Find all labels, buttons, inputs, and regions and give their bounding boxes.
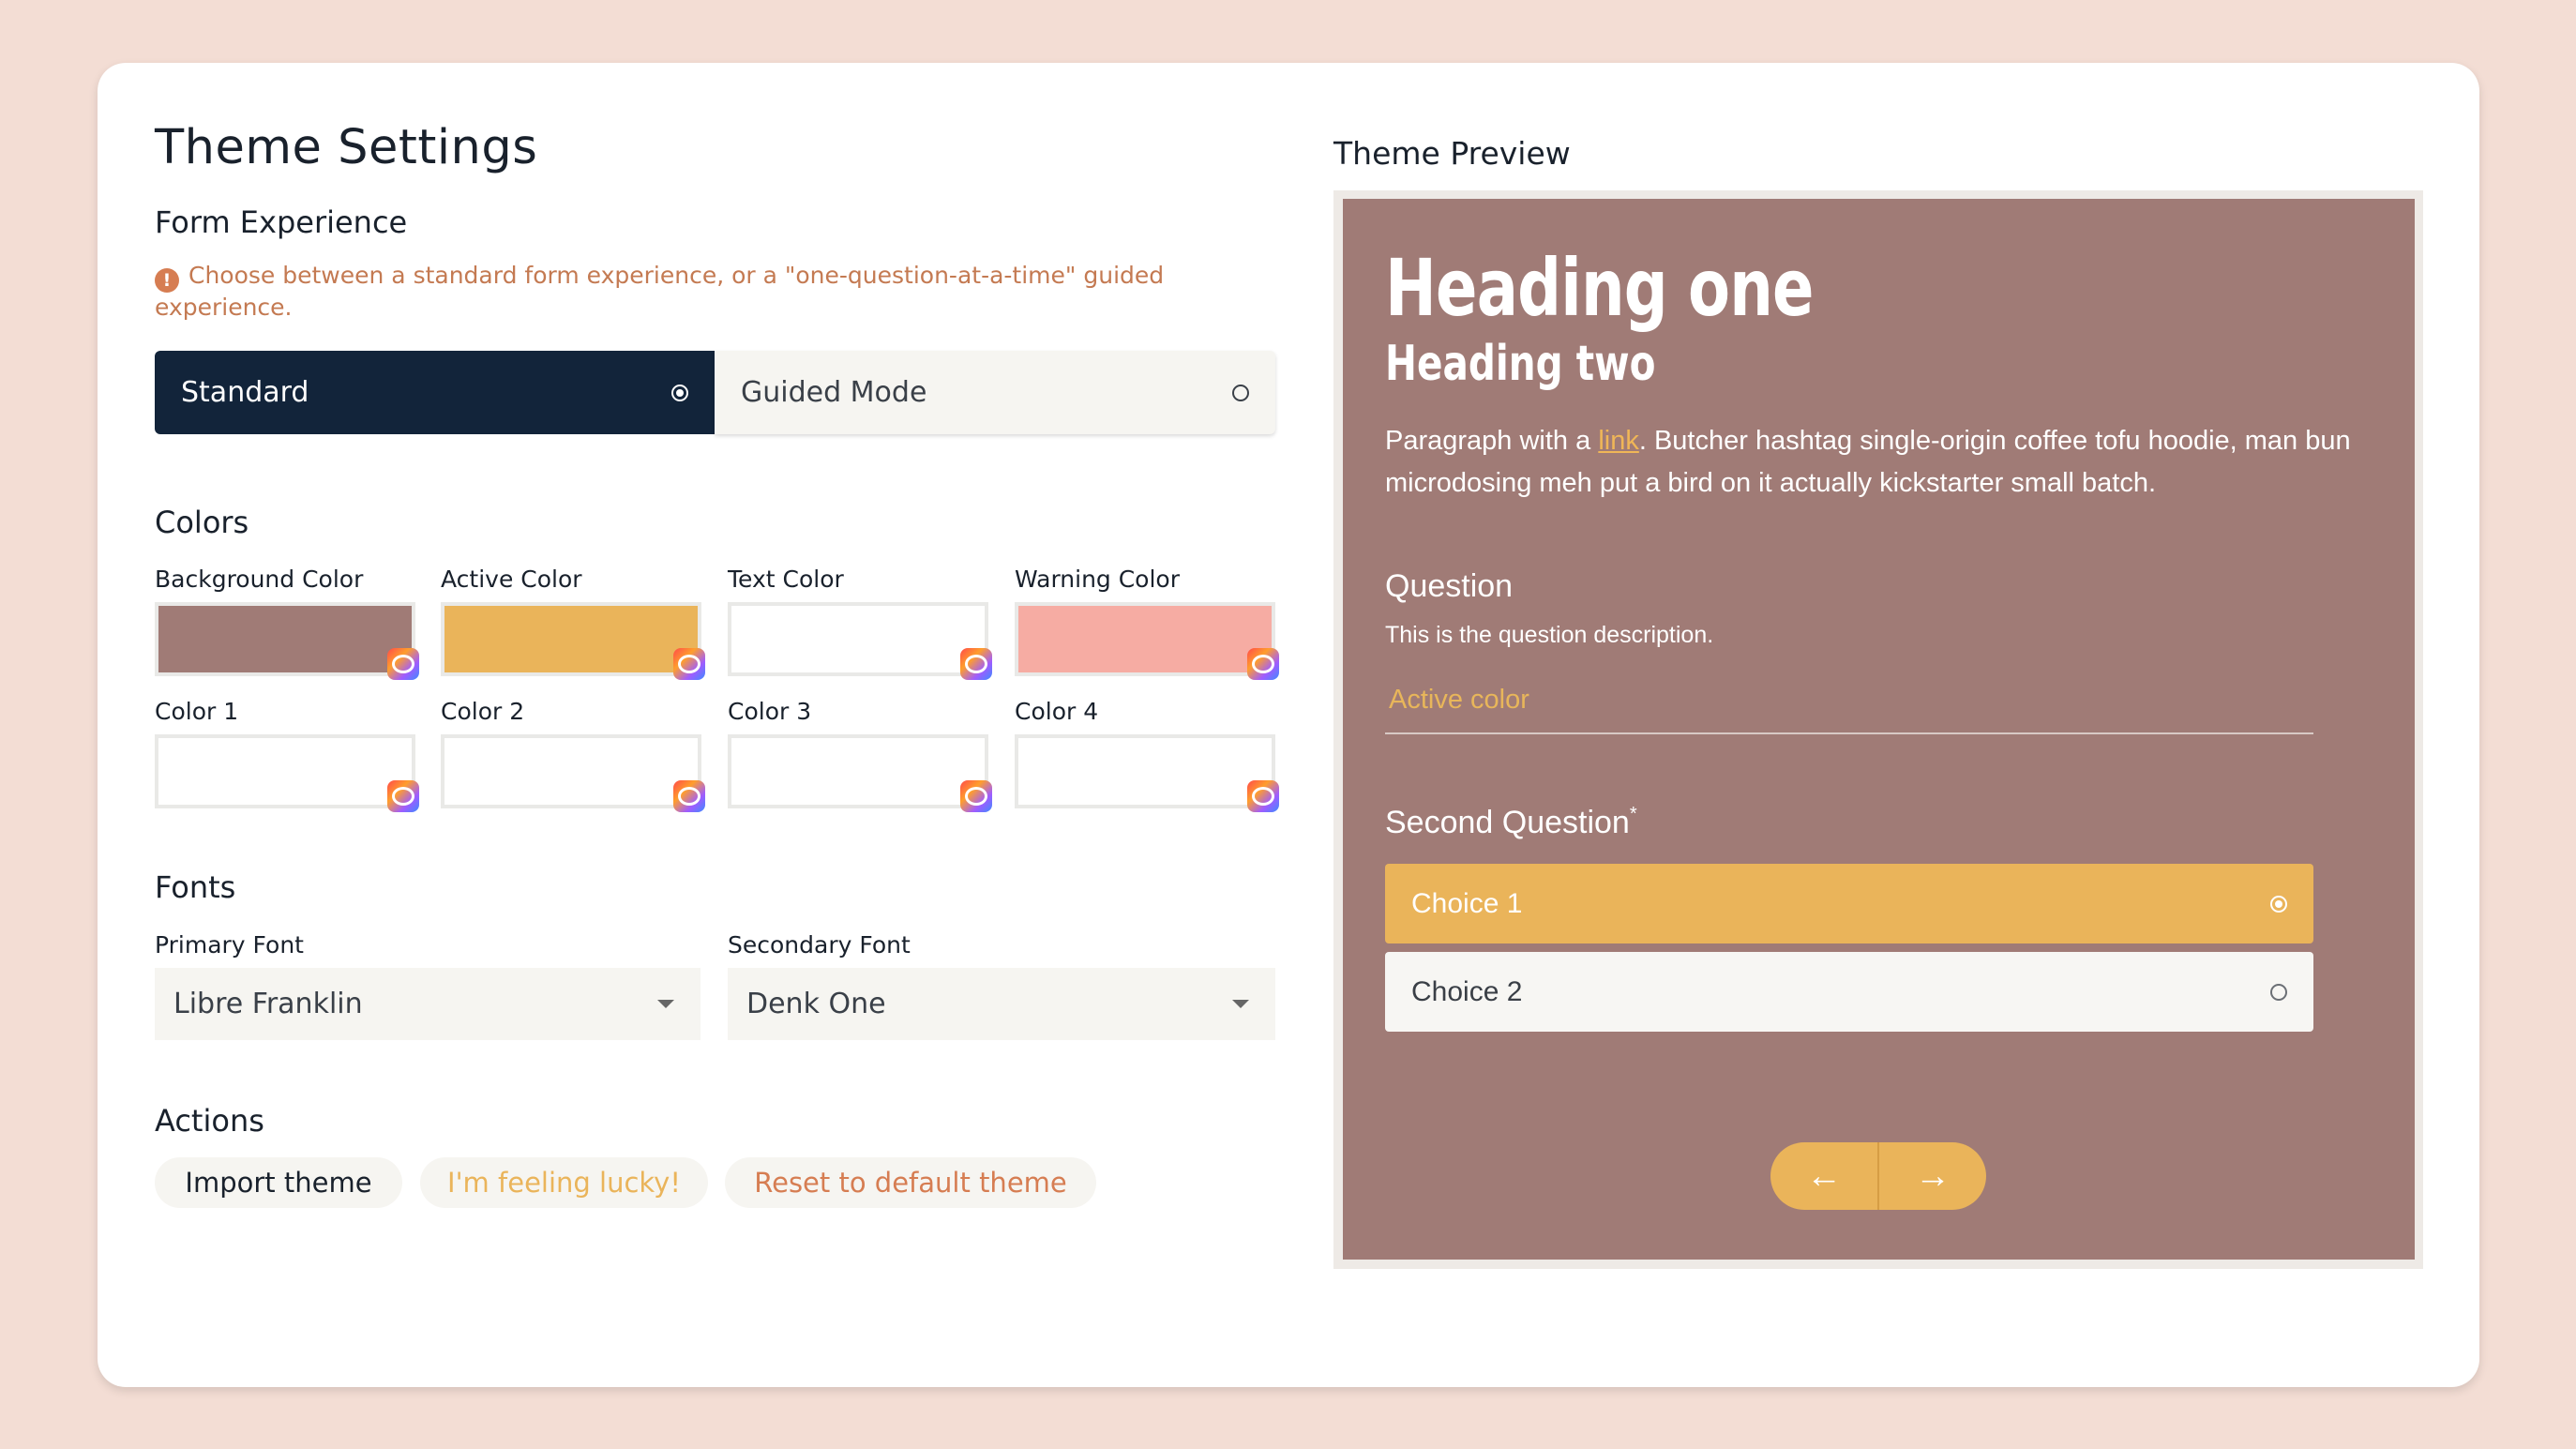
preview-answer-input[interactable]: Active color bbox=[1385, 676, 2313, 734]
color-label: Color 1 bbox=[155, 698, 239, 725]
color-picker-icon[interactable] bbox=[673, 780, 705, 812]
page-title: Theme Settings bbox=[155, 120, 538, 175]
radio-selected-icon bbox=[671, 384, 688, 401]
preview-choice-1[interactable]: Choice 1 bbox=[1385, 864, 2313, 943]
radio-selected-icon bbox=[2270, 895, 2287, 913]
color-picker-icon[interactable] bbox=[387, 648, 419, 680]
preview-paragraph: Paragraph with a link. Butcher hashtag s… bbox=[1385, 420, 2360, 505]
arrow-right-icon[interactable]: → bbox=[1879, 1142, 1986, 1210]
color-label: Color 4 bbox=[1015, 698, 1099, 725]
preview-heading-one: Heading one bbox=[1385, 242, 1814, 334]
preview-question-description: This is the question description. bbox=[1385, 622, 1714, 648]
theme-preview-title: Theme Preview bbox=[1333, 135, 1571, 172]
para-prefix: Paragraph with a bbox=[1385, 426, 1599, 456]
standard-mode-option[interactable]: Standard bbox=[155, 351, 715, 434]
warning-color-swatch[interactable] bbox=[1015, 602, 1279, 680]
choice-label: Choice 2 bbox=[1411, 975, 1523, 1007]
primary-font-value: Libre Franklin bbox=[173, 988, 363, 1020]
color-picker-icon[interactable] bbox=[960, 648, 992, 680]
choice-label: Choice 1 bbox=[1411, 887, 1523, 919]
swatch-fill bbox=[158, 606, 412, 672]
import-theme-button[interactable]: Import theme bbox=[155, 1157, 402, 1208]
preview-question-title: Question bbox=[1385, 568, 1514, 604]
color-picker-icon[interactable] bbox=[387, 780, 419, 812]
active-color-swatch[interactable] bbox=[441, 602, 705, 680]
form-experience-hint: ! Choose between a standard form experien… bbox=[155, 261, 1261, 323]
preview-heading-two: Heading two bbox=[1385, 336, 1656, 392]
swatch-fill bbox=[158, 738, 412, 805]
swatch-fill bbox=[1018, 606, 1272, 672]
swatch-fill bbox=[444, 738, 698, 805]
color-label: Active Color bbox=[441, 566, 582, 593]
secondary-font-value: Denk One bbox=[746, 988, 886, 1020]
radio-unselected-icon bbox=[1232, 384, 1249, 401]
required-mark: * bbox=[1629, 804, 1637, 824]
color-label: Background Color bbox=[155, 566, 364, 593]
preview-second-question-title: Second Question* bbox=[1385, 804, 1637, 841]
second-question-text: Second Question bbox=[1385, 805, 1630, 840]
fonts-heading: Fonts bbox=[155, 869, 236, 905]
preview-nav-buttons: ← → bbox=[1770, 1142, 1986, 1210]
preview-link[interactable]: link bbox=[1598, 426, 1639, 456]
colors-heading: Colors bbox=[155, 505, 249, 540]
guided-mode-label: Guided Mode bbox=[741, 376, 927, 409]
color-picker-icon[interactable] bbox=[1247, 648, 1279, 680]
color-label: Warning Color bbox=[1015, 566, 1181, 593]
radio-unselected-icon bbox=[2270, 983, 2287, 1001]
standard-mode-label: Standard bbox=[181, 376, 309, 409]
primary-font-select[interactable]: Libre Franklin bbox=[155, 968, 700, 1040]
color-3-swatch[interactable] bbox=[728, 734, 992, 812]
text-color-swatch[interactable] bbox=[728, 602, 992, 680]
color-label: Text Color bbox=[728, 566, 844, 593]
color-picker-icon[interactable] bbox=[1247, 780, 1279, 812]
theme-preview-panel: Heading one Heading two Paragraph with a… bbox=[1343, 199, 2415, 1260]
swatch-fill bbox=[731, 606, 985, 672]
info-icon: ! bbox=[155, 268, 179, 293]
guided-mode-option[interactable]: Guided Mode bbox=[715, 351, 1275, 434]
color-picker-icon[interactable] bbox=[673, 648, 705, 680]
secondary-font-select[interactable]: Denk One bbox=[728, 968, 1275, 1040]
hint-text: Choose between a standard form experienc… bbox=[155, 262, 1165, 321]
chevron-down-icon bbox=[1232, 1000, 1249, 1008]
color-label: Color 2 bbox=[441, 698, 525, 725]
swatch-fill bbox=[1018, 738, 1272, 805]
chevron-down-icon bbox=[657, 1000, 674, 1008]
preview-choice-2[interactable]: Choice 2 bbox=[1385, 952, 2313, 1032]
color-4-swatch[interactable] bbox=[1015, 734, 1279, 812]
secondary-font-label: Secondary Font bbox=[728, 931, 911, 958]
feeling-lucky-button[interactable]: I'm feeling lucky! bbox=[420, 1157, 708, 1208]
swatch-fill bbox=[731, 738, 985, 805]
color-1-swatch[interactable] bbox=[155, 734, 419, 812]
color-picker-icon[interactable] bbox=[960, 780, 992, 812]
arrow-left-icon[interactable]: ← bbox=[1770, 1142, 1877, 1210]
color-2-swatch[interactable] bbox=[441, 734, 705, 812]
swatch-fill bbox=[444, 606, 698, 672]
color-label: Color 3 bbox=[728, 698, 812, 725]
actions-heading: Actions bbox=[155, 1103, 264, 1139]
primary-font-label: Primary Font bbox=[155, 931, 304, 958]
form-experience-heading: Form Experience bbox=[155, 204, 408, 240]
background-color-swatch[interactable] bbox=[155, 602, 419, 680]
reset-default-theme-button[interactable]: Reset to default theme bbox=[725, 1157, 1096, 1208]
